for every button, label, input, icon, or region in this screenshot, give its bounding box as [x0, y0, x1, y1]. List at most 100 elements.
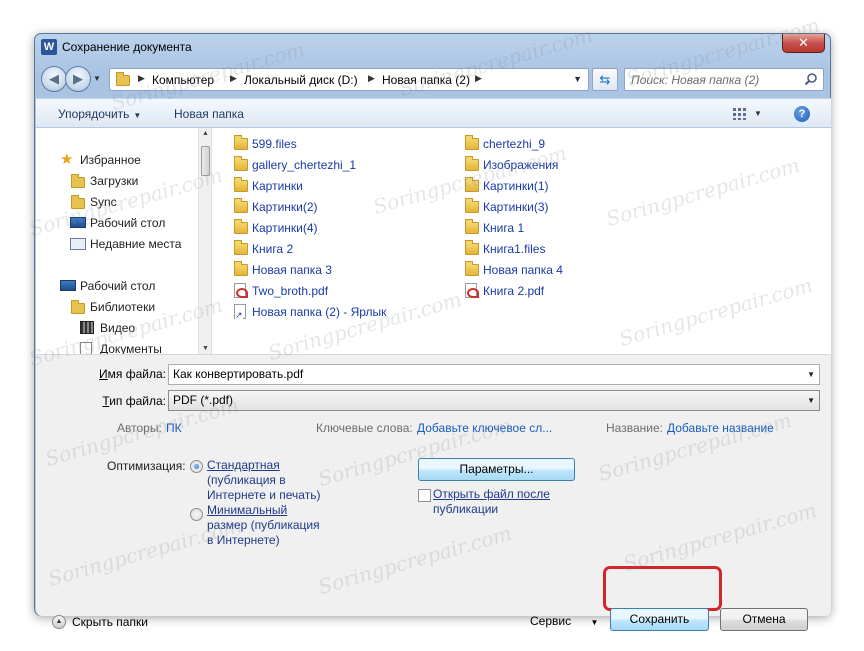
open-after-label[interactable]: Открыть файл после публикации [433, 487, 550, 517]
authors-value[interactable]: ПК [166, 421, 182, 435]
filename-label: Имя файла: [99, 367, 166, 381]
back-button[interactable]: ◀ [41, 66, 67, 92]
filetype-value: PDF (*.pdf) [173, 393, 234, 407]
chevron-down-icon[interactable]: ▼ [573, 74, 582, 84]
refresh-icon: ⇆ [599, 72, 611, 87]
sidebar-item-label: Документы [100, 342, 162, 354]
title-value[interactable]: Добавьте название [667, 421, 774, 435]
folder-icon [465, 198, 479, 213]
cancel-button[interactable]: Отмена [720, 608, 808, 631]
chevron-right-icon[interactable]: ▶ [475, 73, 482, 84]
title-bar[interactable]: W Сохранение документа ✕ [35, 34, 830, 60]
hide-folders-label: Скрыть папки [72, 615, 148, 629]
folder-icon [70, 195, 86, 209]
chevron-down-icon: ▼ [133, 111, 142, 120]
view-options-icon[interactable] [732, 107, 748, 121]
save-highlight-frame [603, 566, 722, 611]
service-menu[interactable]: Сервис ▼ [530, 614, 598, 628]
search-input[interactable]: Поиск: Новая папка (2) [624, 68, 824, 91]
search-icon[interactable] [804, 72, 818, 86]
documents-icon [80, 342, 92, 354]
close-button[interactable]: ✕ [782, 34, 825, 53]
sidebar-item-label: Видео [100, 321, 136, 335]
sidebar-item-label: Недавние места [90, 237, 182, 251]
options-panel: Имя файла: Как конвертировать.pdf ▼ Тип … [36, 354, 831, 631]
service-label: Сервис [530, 614, 572, 628]
navigation-pane: ★ Избранное Загрузки Sync Рабочий стол Н… [36, 128, 212, 354]
chevron-down-icon[interactable]: ▼ [807, 370, 815, 379]
scroll-down-icon[interactable]: ▼ [202, 345, 209, 352]
search-placeholder: Поиск: Новая папка (2) [631, 73, 760, 87]
chevron-up-icon: ▲ [52, 615, 66, 629]
star-icon: ★ [60, 151, 74, 168]
save-dialog: W Сохранение документа ✕ ◀ ▶ ▼ ▶ Компьют… [34, 33, 831, 631]
save-button[interactable]: Сохранить [610, 608, 709, 631]
scroll-up-icon[interactable]: ▲ [202, 130, 209, 137]
address-row: ◀ ▶ ▼ ▶ Компьютер ▶ Локальный диск (D:) … [41, 64, 824, 94]
word-app-icon: W [41, 39, 57, 55]
folder-icon [234, 135, 248, 150]
sidebar-scrollbar[interactable]: ▲ ▼ [198, 128, 211, 354]
keywords-value[interactable]: Добавьте ключевое сл... [417, 421, 552, 435]
breadcrumb-local-disk[interactable]: Локальный диск (D:) [244, 73, 358, 87]
open-after-checkbox[interactable] [418, 489, 431, 502]
chevron-right-icon[interactable]: ▶ [368, 73, 375, 84]
sidebar-item-label: Рабочий стол [90, 216, 166, 230]
chevron-right-icon[interactable]: ▶ [138, 73, 145, 84]
help-icon[interactable]: ? [794, 106, 810, 122]
sidebar-item-label: Рабочий стол [80, 279, 156, 293]
content-area: ★ Избранное Загрузки Sync Рабочий стол Н… [36, 128, 831, 354]
folder-icon [465, 177, 479, 192]
filename-input[interactable]: Как конвертировать.pdf ▼ [168, 364, 820, 385]
address-bar[interactable]: ▶ Компьютер ▶ Локальный диск (D:) ▶ Нова… [109, 68, 589, 91]
refresh-button[interactable]: ⇆ [592, 68, 618, 91]
filetype-select[interactable]: PDF (*.pdf) ▼ [168, 390, 820, 411]
history-dropdown-icon[interactable]: ▼ [93, 74, 101, 83]
filetype-label: Тип файла: [102, 394, 166, 408]
sidebar-item-label: Библиотеки [90, 300, 156, 314]
desktop-icon [70, 217, 86, 228]
pdf-file-icon [234, 283, 248, 298]
desktop-icon [60, 280, 76, 291]
parameters-button[interactable]: Параметры... [418, 458, 575, 481]
folder-icon [465, 219, 479, 234]
folder-icon [234, 198, 248, 213]
folder-icon [465, 261, 479, 276]
folder-icon [234, 261, 248, 276]
filename-value: Как конвертировать.pdf [173, 367, 304, 381]
file-list: 599.files gallery_chertezhi_1 Картинки К… [212, 128, 831, 354]
folder-icon [116, 72, 130, 86]
chevron-down-icon: ▼ [590, 618, 599, 627]
video-icon [80, 321, 94, 334]
folder-icon [234, 156, 248, 171]
keywords-label: Ключевые слова: [316, 421, 413, 435]
authors-label: Авторы: [117, 421, 162, 435]
shortcut-icon [234, 304, 246, 320]
breadcrumb-computer[interactable]: Компьютер [152, 73, 214, 87]
recent-places-icon [70, 238, 86, 250]
sidebar-item-label: Избранное [80, 153, 141, 167]
breadcrumb-new-folder-2[interactable]: Новая папка (2) [382, 73, 470, 87]
folder-icon [234, 177, 248, 192]
radio-standard-label[interactable]: Стандартная (публикация в Интернете и пе… [207, 458, 320, 503]
pdf-file-icon [465, 283, 479, 298]
downloads-folder-icon [70, 174, 86, 188]
window-title: Сохранение документа [62, 40, 192, 54]
organize-button[interactable]: Упорядочить ▼ [58, 107, 141, 121]
folder-icon [465, 135, 479, 150]
organize-label: Упорядочить [58, 107, 130, 121]
command-toolbar: Упорядочить ▼ Новая папка ▼ ? [36, 98, 831, 128]
scroll-thumb[interactable] [201, 146, 210, 176]
folder-icon [465, 156, 479, 171]
new-folder-button[interactable]: Новая папка [174, 107, 244, 121]
forward-button[interactable]: ▶ [65, 66, 91, 92]
view-dropdown-icon[interactable]: ▼ [754, 109, 762, 118]
chevron-down-icon[interactable]: ▼ [807, 396, 815, 405]
chevron-right-icon[interactable]: ▶ [230, 73, 237, 84]
optimization-label: Оптимизация: [107, 459, 186, 473]
folder-icon [465, 240, 479, 255]
radio-minimal[interactable] [190, 508, 203, 521]
radio-minimal-label[interactable]: Минимальный размер (публикация в Интерне… [207, 503, 320, 548]
folder-icon [234, 240, 248, 255]
radio-standard[interactable] [190, 460, 203, 473]
